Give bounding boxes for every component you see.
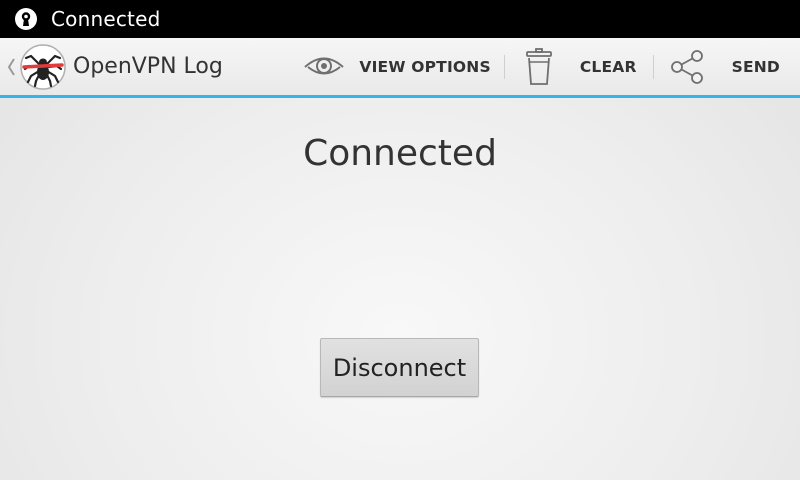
connection-status-text: Connected [303,133,497,174]
openvpn-key-icon [13,6,39,32]
share-icon [668,48,706,86]
disconnect-button[interactable]: Disconnect [320,338,479,397]
clear-label: CLEAR [579,57,637,76]
status-bar-text: Connected [51,7,161,31]
up-caret-icon [4,57,18,77]
status-bar: Connected [0,0,800,38]
view-options-label: VIEW OPTIONS [359,57,491,76]
view-options-button[interactable]: VIEW OPTIONS [291,38,503,95]
action-bar-actions: VIEW OPTIONS CLEAR SEND [291,38,800,95]
trash-icon [525,47,553,86]
home-up-button[interactable]: OpenVPN Log [0,38,223,95]
page-title: OpenVPN Log [73,54,223,79]
eye-icon [303,51,345,83]
send-button[interactable]: SEND [654,38,800,95]
openvpn-log-screen: Connected OpenVPN Log VIEW OPTIONS CLEAR… [0,0,800,480]
send-label: SEND [731,57,780,76]
clear-button[interactable]: CLEAR [505,38,653,95]
openvpn-spider-icon [20,43,66,90]
action-bar: OpenVPN Log VIEW OPTIONS CLEAR SEND [0,38,800,98]
